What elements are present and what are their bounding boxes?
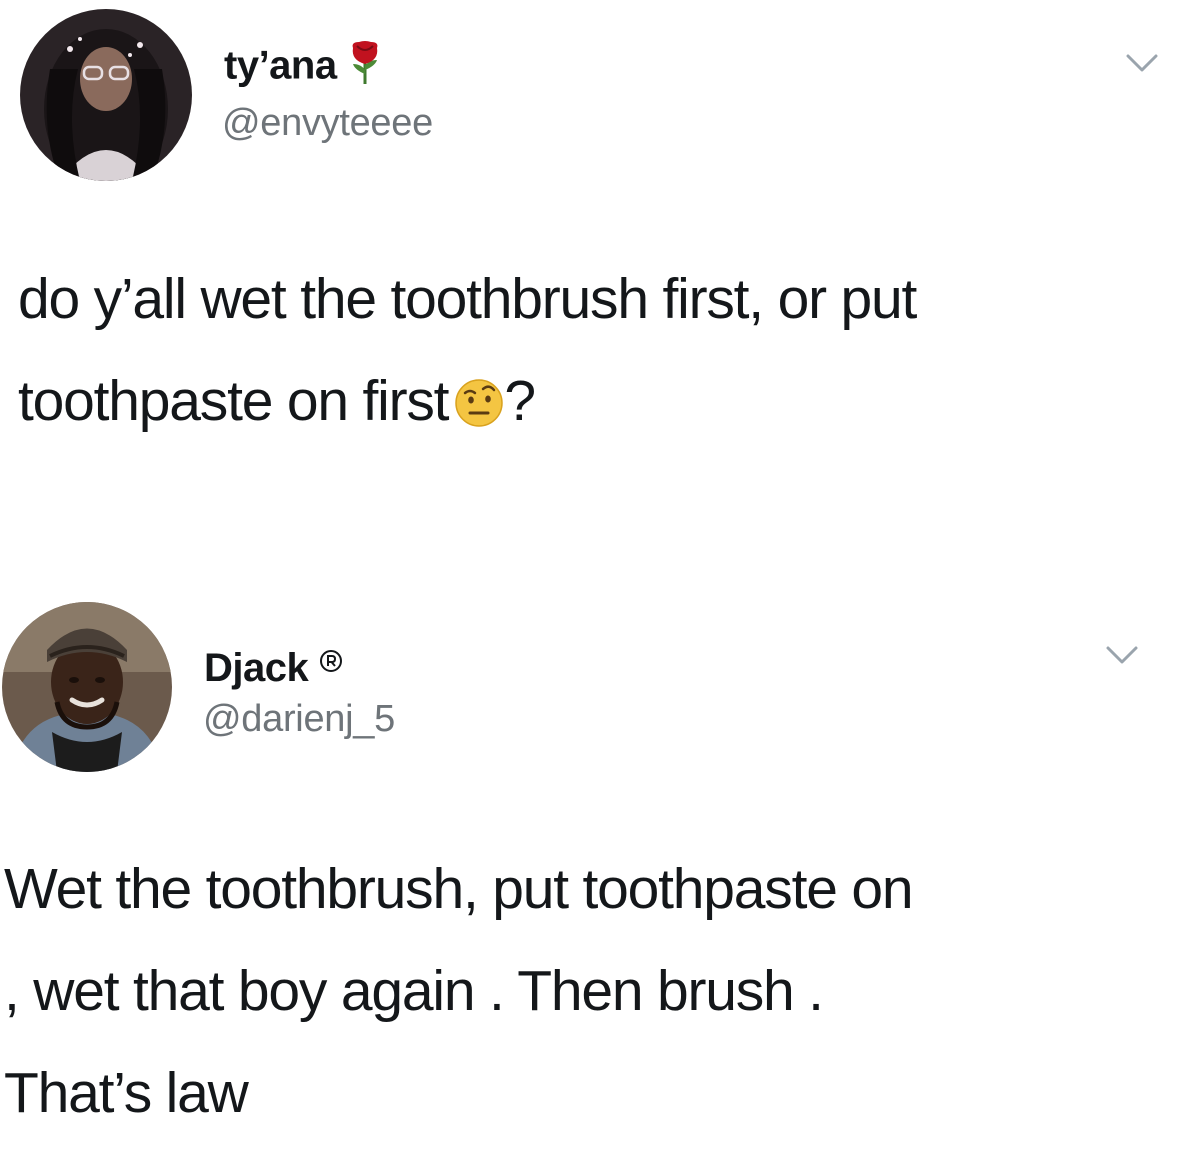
tweet: ty’ana @envyteeee do y’all wet the tooth…	[0, 0, 1200, 560]
display-name-text: Djack	[204, 646, 309, 690]
registered-icon	[319, 638, 343, 683]
chevron-down-icon[interactable]	[1122, 48, 1162, 78]
tweet-text: Wet the toothbrush, put toothpaste on , …	[4, 838, 1164, 1144]
rose-icon	[347, 40, 383, 96]
tweet-text-line: , wet that boy again . Then brush .	[4, 959, 824, 1023]
face-with-raised-eyebrow-icon	[454, 358, 504, 427]
tweet-text-line: That’s law	[4, 1061, 249, 1125]
avatar[interactable]	[2, 602, 172, 772]
tweet-text-end: ?	[504, 369, 536, 433]
avatar[interactable]	[20, 9, 192, 181]
tweet: Djack @darienj_5 Wet the toothbrush, put…	[0, 590, 1200, 1172]
handle[interactable]: @darienj_5	[203, 698, 395, 741]
tweet-text-line: Wet the toothbrush, put toothpaste on	[4, 857, 914, 921]
chevron-down-icon[interactable]	[1102, 640, 1142, 670]
display-name[interactable]: ty’ana	[224, 40, 383, 96]
tweet-text: do y’all wet the toothbrush first, or pu…	[18, 248, 1178, 452]
display-name[interactable]: Djack	[204, 638, 343, 691]
handle[interactable]: @envyteeee	[222, 102, 433, 145]
display-name-text: ty’ana	[224, 43, 337, 88]
